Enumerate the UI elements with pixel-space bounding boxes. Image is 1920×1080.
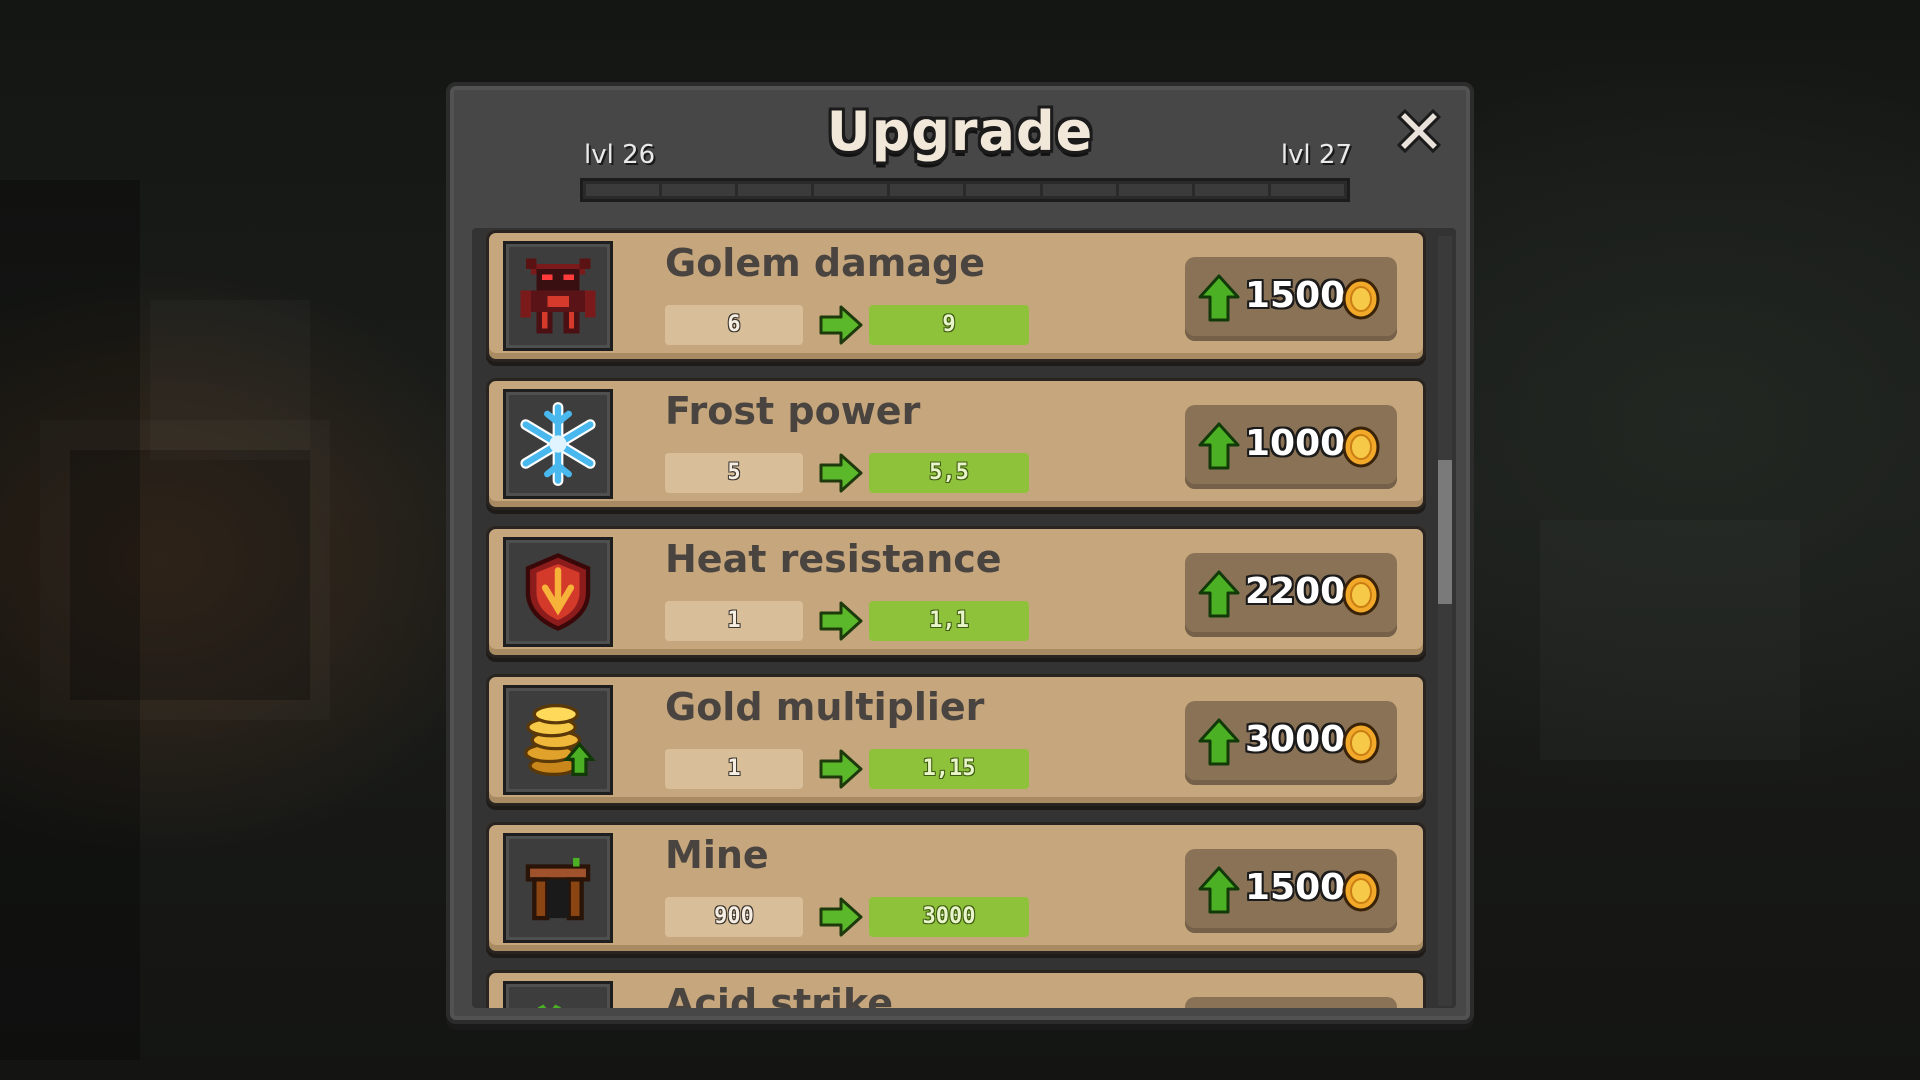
next-value: 9 — [869, 305, 1029, 345]
upgrade-card-golem-damage: Golem damage 6 9 1500 — [486, 230, 1426, 362]
buy-upgrade-button[interactable] — [1185, 997, 1397, 1008]
current-value: 1 — [665, 601, 803, 641]
fire-shield-icon — [525, 553, 591, 631]
upgrade-arrow-icon — [1198, 570, 1240, 618]
xp-segment — [1194, 184, 1268, 196]
xp-segment — [966, 184, 1040, 196]
arrow-right-icon — [819, 897, 863, 937]
upgrade-list[interactable]: Golem damage 6 9 1500 Frost power 5 5,5 … — [472, 228, 1456, 1008]
level-current: lvl 26 — [584, 140, 656, 170]
arrow-right-icon — [819, 749, 863, 789]
upgrade-icon-frame — [503, 389, 613, 499]
upgrade-cost: 3000 — [1245, 719, 1346, 760]
upgrade-cost: 1500 — [1245, 275, 1346, 316]
upgrade-cost: 1000 — [1245, 423, 1346, 464]
xp-segment — [1118, 184, 1192, 196]
close-button[interactable] — [1388, 100, 1450, 162]
xp-segment — [890, 184, 964, 196]
upgrade-name: Heat resistance — [665, 537, 1002, 581]
acid-icon — [537, 1004, 561, 1008]
coin-icon — [1342, 278, 1380, 320]
upgrade-card-frost-power: Frost power 5 5,5 1000 — [486, 378, 1426, 510]
upgrade-card-acid-strike: Acid strike — [486, 970, 1426, 1008]
upgrade-dialog: Upgrade lvl 26 lvl 27 Golem damage 6 9 1… — [446, 82, 1474, 1024]
next-value: 3000 — [869, 897, 1029, 937]
upgrade-name: Gold multiplier — [665, 685, 985, 729]
upgrade-arrow-icon — [1198, 274, 1240, 322]
level-next: lvl 27 — [1280, 140, 1352, 170]
xp-segment — [814, 184, 888, 196]
arrow-right-icon — [819, 305, 863, 345]
upgrade-card-gold-multiplier: Gold multiplier 1 1,15 3000 — [486, 674, 1426, 806]
coin-icon — [1342, 722, 1380, 764]
xp-segment — [1042, 184, 1116, 196]
coin-icon — [1342, 574, 1380, 616]
upgrade-icon-frame — [503, 537, 613, 647]
coin-icon — [1342, 870, 1380, 912]
current-value: 1 — [665, 749, 803, 789]
current-value: 5 — [665, 453, 803, 493]
close-icon — [1396, 108, 1442, 154]
upgrade-arrow-icon — [1198, 866, 1240, 914]
upgrade-cost: 2200 — [1245, 571, 1346, 612]
scrollbar-thumb[interactable] — [1438, 460, 1452, 604]
upgrade-arrow-icon — [1198, 718, 1240, 766]
current-value: 900 — [665, 897, 803, 937]
upgrade-name: Golem damage — [665, 241, 985, 285]
next-value: 5,5 — [869, 453, 1029, 493]
next-value: 1,15 — [869, 749, 1029, 789]
upgrade-icon-frame — [503, 241, 613, 351]
buy-upgrade-button[interactable]: 1500 — [1185, 257, 1397, 341]
upgrade-icon-frame — [503, 685, 613, 795]
upgrade-name: Acid strike — [665, 981, 893, 1008]
background-panel — [1540, 520, 1800, 760]
upgrade-arrow-icon — [1198, 422, 1240, 470]
golem-icon — [520, 258, 596, 334]
upgrade-icon-frame — [503, 981, 613, 1008]
upgrade-name: Frost power — [665, 389, 921, 433]
buy-upgrade-button[interactable]: 1500 — [1185, 849, 1397, 933]
scrollbar-track[interactable] — [1438, 236, 1452, 1006]
background-shadow — [0, 180, 140, 1060]
current-value: 6 — [665, 305, 803, 345]
upgrade-name: Mine — [665, 833, 769, 877]
upgrade-icon-frame — [503, 833, 613, 943]
mine-icon — [525, 857, 591, 921]
upgrade-card-mine: Mine 900 3000 1500 — [486, 822, 1426, 954]
arrow-right-icon — [819, 601, 863, 641]
next-value: 1,1 — [869, 601, 1029, 641]
upgrade-cost: 1500 — [1245, 867, 1346, 908]
snowflake-icon — [520, 402, 596, 486]
buy-upgrade-button[interactable]: 3000 — [1185, 701, 1397, 785]
xp-segment — [586, 184, 660, 196]
upgrade-card-heat-resistance: Heat resistance 1 1,1 2200 — [486, 526, 1426, 658]
buy-upgrade-button[interactable]: 1000 — [1185, 405, 1397, 489]
xp-segment — [662, 184, 736, 196]
xp-progress-bar — [580, 178, 1350, 202]
coin-icon — [1342, 426, 1380, 468]
buy-upgrade-button[interactable]: 2200 — [1185, 553, 1397, 637]
gold-coins-icon — [524, 703, 596, 777]
arrow-right-icon — [819, 453, 863, 493]
background-panel — [150, 300, 310, 460]
xp-segment — [1270, 184, 1344, 196]
xp-segment — [738, 184, 812, 196]
